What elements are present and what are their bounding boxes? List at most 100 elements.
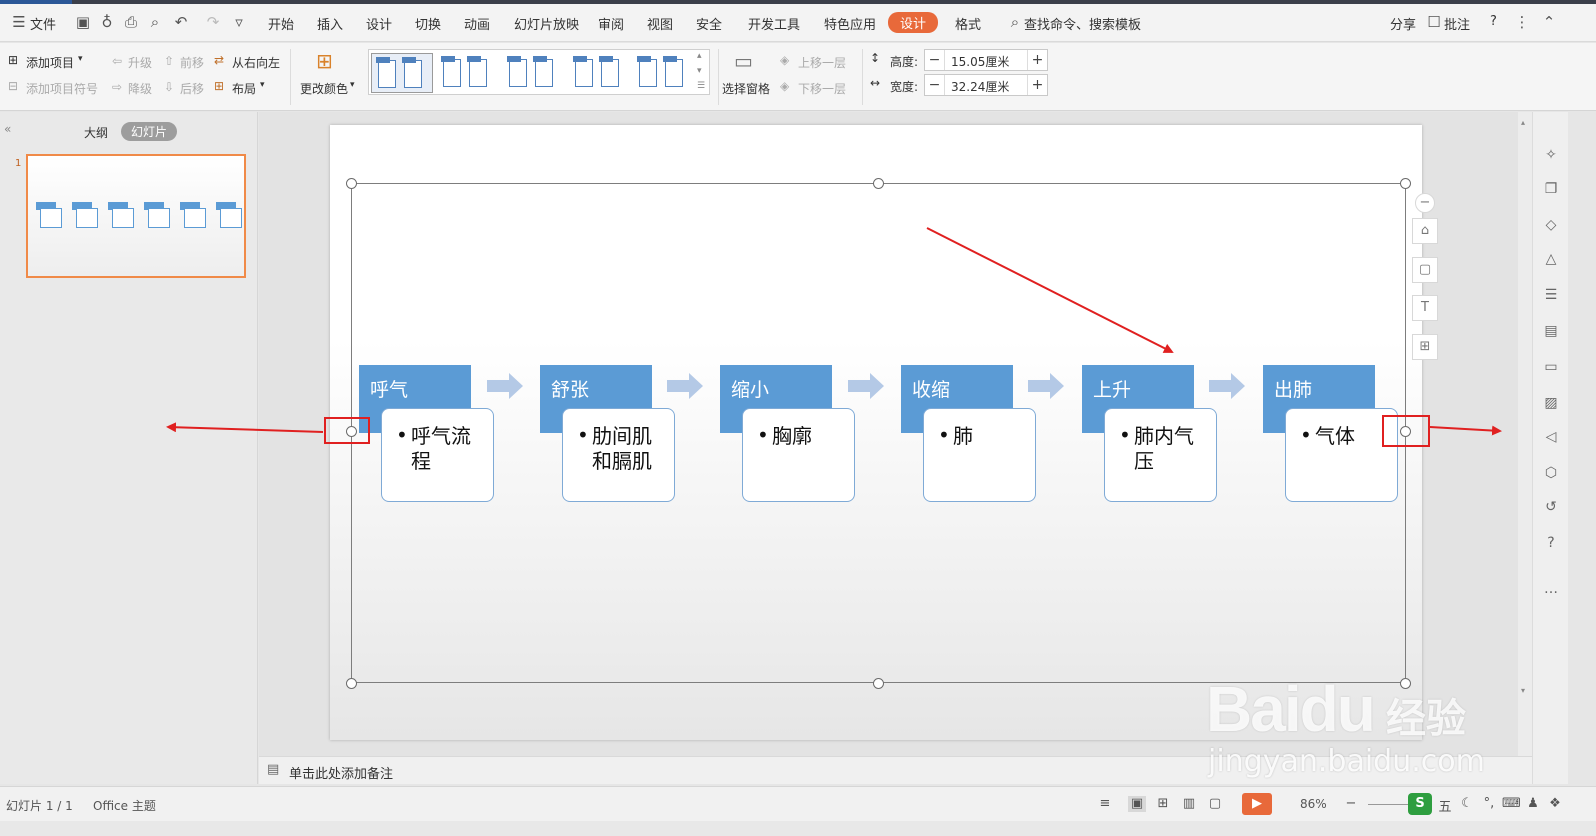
step-body-box[interactable]: • 肺内气压: [1104, 408, 1217, 502]
height-value[interactable]: 15.05厘米: [951, 53, 1009, 70]
tab-review[interactable]: 审阅: [598, 14, 624, 33]
style-option[interactable]: [633, 53, 695, 93]
gallery-down-icon[interactable]: ▾: [697, 66, 702, 76]
slide-thumbnail[interactable]: [26, 154, 246, 278]
resize-handle-left[interactable]: [346, 426, 357, 437]
more-tools-icon[interactable]: …: [1542, 580, 1560, 598]
move-forward-button[interactable]: 前移: [180, 54, 204, 71]
picture-icon[interactable]: ▨: [1542, 394, 1560, 412]
ime-keyboard-icon[interactable]: ⌨: [1502, 796, 1521, 812]
backup-icon[interactable]: ⬡: [1542, 464, 1560, 482]
shape-outline-icon[interactable]: ▢: [1412, 257, 1438, 283]
more-icon[interactable]: ⋮: [1513, 13, 1531, 31]
collapse-tools-icon[interactable]: −: [1415, 193, 1435, 213]
tab-slideshow[interactable]: 幻灯片放映: [514, 14, 579, 33]
share-button[interactable]: 分享: [1390, 14, 1416, 33]
normal-view-icon[interactable]: ▣: [1128, 796, 1146, 812]
style-option[interactable]: [437, 53, 499, 93]
tab-insert[interactable]: 插入: [317, 14, 343, 33]
zoom-level[interactable]: 86%: [1300, 797, 1327, 811]
audio-icon[interactable]: ◁: [1542, 428, 1560, 446]
ime-user-icon[interactable]: ♟: [1524, 796, 1542, 812]
layout-button[interactable]: 布局: [232, 80, 256, 97]
help-button[interactable]: ?: [1490, 14, 1497, 29]
width-value[interactable]: 32.24厘米: [951, 78, 1009, 95]
tab-security[interactable]: 安全: [696, 14, 722, 33]
tab-developer[interactable]: 开发工具: [748, 14, 800, 33]
theme-name[interactable]: Office 主题: [93, 797, 156, 814]
tab-special-apps[interactable]: 特色应用: [824, 14, 876, 33]
demote-button[interactable]: 降级: [128, 80, 152, 97]
comment-button[interactable]: 批注: [1444, 14, 1470, 33]
save-icon[interactable]: ▣: [74, 13, 92, 31]
change-color-dropdown-icon[interactable]: ▾: [350, 80, 355, 90]
zoom-out-icon[interactable]: −: [1342, 796, 1360, 812]
format-painter-icon[interactable]: ♁: [98, 13, 116, 31]
resize-handle[interactable]: [873, 678, 884, 689]
collapse-ribbon-icon[interactable]: ⌃: [1540, 13, 1558, 31]
ime-moon-icon[interactable]: ☾: [1458, 796, 1476, 812]
notes-placeholder[interactable]: 单击此处添加备注: [289, 763, 393, 782]
rtl-button[interactable]: 从右向左: [232, 54, 280, 71]
hamburger-icon[interactable]: ☰: [10, 13, 28, 31]
gallery-expand-icon[interactable]: ☰: [697, 81, 705, 91]
height-increase-button[interactable]: +: [1027, 50, 1047, 70]
tab-smartart-design[interactable]: 设计: [888, 12, 939, 33]
resize-handle[interactable]: [1400, 178, 1411, 189]
layout-dropdown-icon[interactable]: ▾: [260, 80, 265, 90]
step-body-box[interactable]: • 肺: [923, 408, 1036, 502]
change-color-button[interactable]: 更改颜色: [300, 80, 348, 97]
step-body-box[interactable]: • 肋间肌和膈肌: [562, 408, 675, 502]
gallery-icon[interactable]: ▤: [1542, 322, 1560, 340]
tab-slides[interactable]: 幻灯片: [121, 122, 178, 141]
file-menu[interactable]: 文件: [30, 14, 56, 33]
smartart-selection-frame[interactable]: [351, 183, 1406, 683]
scroll-up-icon[interactable]: ▴: [1521, 118, 1525, 127]
selection-pane-button[interactable]: 选择窗格: [722, 80, 770, 97]
gallery-up-icon[interactable]: ▴: [697, 51, 702, 61]
width-increase-button[interactable]: +: [1027, 75, 1047, 95]
text-layout-icon[interactable]: T: [1412, 295, 1438, 321]
tab-animations[interactable]: 动画: [464, 14, 490, 33]
input-method-icon[interactable]: S: [1408, 793, 1432, 815]
resize-handle[interactable]: [346, 678, 357, 689]
print-preview-icon[interactable]: ⌕: [146, 13, 164, 31]
reading-view-icon[interactable]: ▥: [1180, 796, 1198, 812]
print-icon[interactable]: ⎙: [122, 13, 140, 31]
height-stepper[interactable]: − 15.05厘米 +: [924, 49, 1048, 71]
resize-handle[interactable]: [873, 178, 884, 189]
height-decrease-button[interactable]: −: [925, 50, 945, 70]
width-stepper[interactable]: − 32.24厘米 +: [924, 74, 1048, 96]
resize-handle-right[interactable]: [1400, 426, 1411, 437]
style-option[interactable]: [371, 53, 433, 93]
send-backward-button[interactable]: 下移一层: [798, 80, 846, 97]
search-icon[interactable]: ⌕: [1006, 13, 1024, 31]
smartart-layout-icon[interactable]: ⊞: [1412, 334, 1438, 360]
tab-home[interactable]: 开始: [268, 14, 294, 33]
shape-icon[interactable]: ◇: [1542, 216, 1560, 234]
ime-punct-icon[interactable]: °,: [1480, 796, 1498, 812]
move-back-button[interactable]: 后移: [180, 80, 204, 97]
add-bullet-button[interactable]: 添加项目符号: [26, 80, 98, 97]
help-icon[interactable]: ?: [1542, 534, 1560, 552]
step-body-box[interactable]: • 胸廓: [742, 408, 855, 502]
undo-icon[interactable]: ↶: [172, 13, 190, 31]
presenter-view-icon[interactable]: ▢: [1206, 796, 1224, 812]
ime-wubi-icon[interactable]: 五: [1436, 796, 1454, 815]
tab-transitions[interactable]: 切换: [415, 14, 441, 33]
tab-design[interactable]: 设计: [366, 14, 392, 33]
collapse-panel-icon[interactable]: «: [4, 122, 11, 136]
properties-icon[interactable]: ☰: [1542, 286, 1560, 304]
play-slideshow-icon[interactable]: ▶: [1242, 793, 1272, 815]
style-option[interactable]: [503, 53, 565, 93]
width-decrease-button[interactable]: −: [925, 75, 945, 95]
style-option[interactable]: [569, 53, 631, 93]
step-body-box[interactable]: • 气体: [1285, 408, 1398, 502]
copy-style-icon[interactable]: ❐: [1542, 180, 1560, 198]
customize-toolbar-icon[interactable]: ▿: [230, 13, 248, 31]
resize-handle[interactable]: [346, 178, 357, 189]
step-body-box[interactable]: • 呼气流程: [381, 408, 494, 502]
shape-fill-icon[interactable]: ⌂: [1412, 218, 1438, 244]
notes-toggle-icon[interactable]: ≡: [1096, 796, 1114, 812]
tab-outline[interactable]: 大纲: [84, 124, 108, 141]
